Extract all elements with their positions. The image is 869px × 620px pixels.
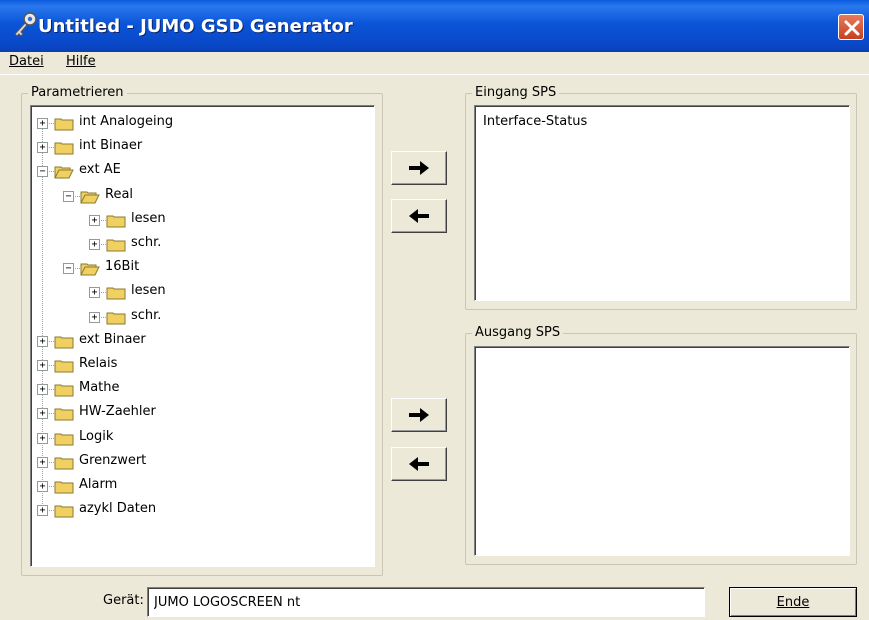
tree-item[interactable]: + HW-Zaehler bbox=[31, 402, 361, 424]
arrow-left-icon bbox=[409, 457, 429, 471]
expand-icon[interactable]: + bbox=[37, 118, 48, 129]
add-to-input-button[interactable] bbox=[391, 151, 447, 185]
arrow-left-icon bbox=[409, 209, 429, 223]
tree-item-label: azykl Daten bbox=[79, 501, 157, 517]
tree-item-label: Logik bbox=[79, 428, 114, 444]
remove-from-output-button[interactable] bbox=[391, 447, 447, 481]
tree-item[interactable]: + Mathe bbox=[31, 378, 361, 400]
device-label: Gerät: bbox=[103, 593, 144, 608]
expand-icon[interactable]: + bbox=[37, 408, 48, 420]
close-button[interactable] bbox=[838, 14, 864, 40]
tree-item-label: lesen bbox=[131, 210, 166, 226]
tree-item-label: Relais bbox=[79, 356, 118, 371]
tree-item[interactable]: + lesen bbox=[31, 209, 361, 231]
expand-icon[interactable]: + bbox=[37, 142, 48, 154]
folder-icon bbox=[54, 505, 74, 518]
folder-icon bbox=[54, 457, 74, 470]
expand-icon[interactable]: + bbox=[37, 335, 48, 347]
tree-item-label: schr. bbox=[131, 235, 162, 250]
collapse-icon[interactable]: − bbox=[63, 263, 74, 275]
folder-icon bbox=[54, 384, 74, 397]
tree-item[interactable]: − 16Bit bbox=[31, 257, 361, 279]
expand-icon[interactable]: + bbox=[89, 214, 100, 226]
window-title: Untitled - JUMO GSD Generator bbox=[38, 16, 353, 37]
tree-item[interactable]: + ext Binaer bbox=[31, 330, 361, 352]
expand-icon[interactable]: + bbox=[37, 505, 48, 517]
folder-icon bbox=[106, 239, 126, 252]
tree-item-label: Alarm bbox=[79, 477, 118, 492]
open-folder-icon bbox=[54, 166, 74, 179]
arrow-right-icon bbox=[409, 161, 429, 175]
folder-icon bbox=[106, 287, 126, 300]
collapse-icon[interactable]: − bbox=[37, 166, 48, 178]
tree-item-label: Mathe bbox=[79, 380, 120, 396]
tree-item[interactable]: + Alarm bbox=[31, 475, 361, 497]
tree-item-label: schr. bbox=[131, 307, 162, 323]
tree-item[interactable]: + int Binaer bbox=[31, 136, 361, 158]
folder-icon bbox=[106, 215, 126, 228]
tree-item-label: HW-Zaehler bbox=[79, 404, 156, 420]
menu-datei[interactable]: Datei bbox=[9, 54, 44, 69]
menu-bar: Datei Hilfe bbox=[0, 52, 869, 74]
ausgang-legend: Ausgang SPS bbox=[472, 325, 564, 340]
device-field[interactable] bbox=[147, 587, 705, 617]
arrow-right-icon bbox=[409, 408, 429, 422]
folder-icon bbox=[106, 312, 126, 325]
tree-item-label: Grenzwert bbox=[79, 452, 147, 468]
tree-item-label: int Binaer bbox=[79, 138, 143, 154]
tree-item-label: Real bbox=[105, 186, 134, 202]
menu-datei-label: Datei bbox=[9, 54, 44, 69]
ausgang-list[interactable] bbox=[474, 346, 850, 556]
eingang-list[interactable]: Interface-Status bbox=[474, 105, 850, 301]
parameter-tree[interactable]: + int Analogeing + int Binaer − ext AE − Real + l… bbox=[30, 105, 375, 567]
list-item[interactable]: Interface-Status bbox=[483, 114, 587, 129]
tree-item[interactable]: + Logik bbox=[31, 427, 361, 449]
tree-item[interactable]: + Grenzwert bbox=[31, 451, 361, 473]
folder-icon bbox=[54, 433, 74, 446]
app-key-icon bbox=[14, 12, 37, 37]
remove-from-input-button[interactable] bbox=[391, 199, 447, 233]
folder-icon bbox=[54, 118, 74, 131]
folder-icon bbox=[54, 336, 74, 349]
expand-icon[interactable]: + bbox=[37, 360, 48, 371]
tree-item-label: 16Bit bbox=[105, 259, 140, 275]
tree-item[interactable]: + schr. bbox=[31, 233, 361, 255]
tree-item-label: ext AE bbox=[79, 162, 121, 178]
end-button-label: Ende bbox=[776, 594, 810, 610]
eingang-legend: Eingang SPS bbox=[472, 85, 560, 100]
close-icon bbox=[844, 20, 860, 36]
collapse-icon[interactable]: − bbox=[63, 190, 74, 202]
expand-icon[interactable]: + bbox=[37, 384, 48, 396]
expand-icon[interactable]: + bbox=[37, 456, 48, 468]
menu-hilfe[interactable]: Hilfe bbox=[66, 54, 96, 69]
folder-icon bbox=[54, 408, 74, 421]
tree-item[interactable]: − ext AE bbox=[31, 160, 361, 182]
folder-icon bbox=[54, 360, 74, 373]
tree-item-label: lesen bbox=[131, 283, 166, 299]
menu-hilfe-label: Hilfe bbox=[66, 54, 96, 69]
folder-icon bbox=[54, 481, 74, 494]
expand-icon[interactable]: + bbox=[89, 239, 100, 250]
add-to-output-button[interactable] bbox=[391, 398, 447, 432]
tree-item[interactable]: + lesen bbox=[31, 281, 361, 303]
expand-icon[interactable]: + bbox=[89, 311, 100, 323]
parametrieren-legend: Parametrieren bbox=[28, 85, 127, 100]
expand-icon[interactable]: + bbox=[37, 432, 48, 444]
open-folder-icon bbox=[80, 191, 100, 204]
tree-item[interactable]: + Relais bbox=[31, 354, 361, 376]
tree-item[interactable]: + int Analogeing bbox=[31, 112, 361, 134]
title-bar[interactable]: Untitled - JUMO GSD Generator bbox=[0, 0, 869, 52]
expand-icon[interactable]: + bbox=[37, 481, 48, 492]
tree-item[interactable]: − Real bbox=[31, 185, 361, 207]
expand-icon[interactable]: + bbox=[89, 287, 100, 299]
tree-item-label: int Analogeing bbox=[79, 114, 174, 129]
tree-item-label: ext Binaer bbox=[79, 331, 146, 347]
folder-icon bbox=[54, 142, 74, 155]
menu-separator bbox=[0, 74, 869, 75]
open-folder-icon bbox=[80, 263, 100, 276]
end-button[interactable]: Ende bbox=[729, 587, 857, 617]
tree-item[interactable]: + schr. bbox=[31, 306, 361, 328]
tree-item[interactable]: + azykl Daten bbox=[31, 499, 361, 521]
main-window: Untitled - JUMO GSD Generator Datei Hilf… bbox=[0, 0, 869, 620]
